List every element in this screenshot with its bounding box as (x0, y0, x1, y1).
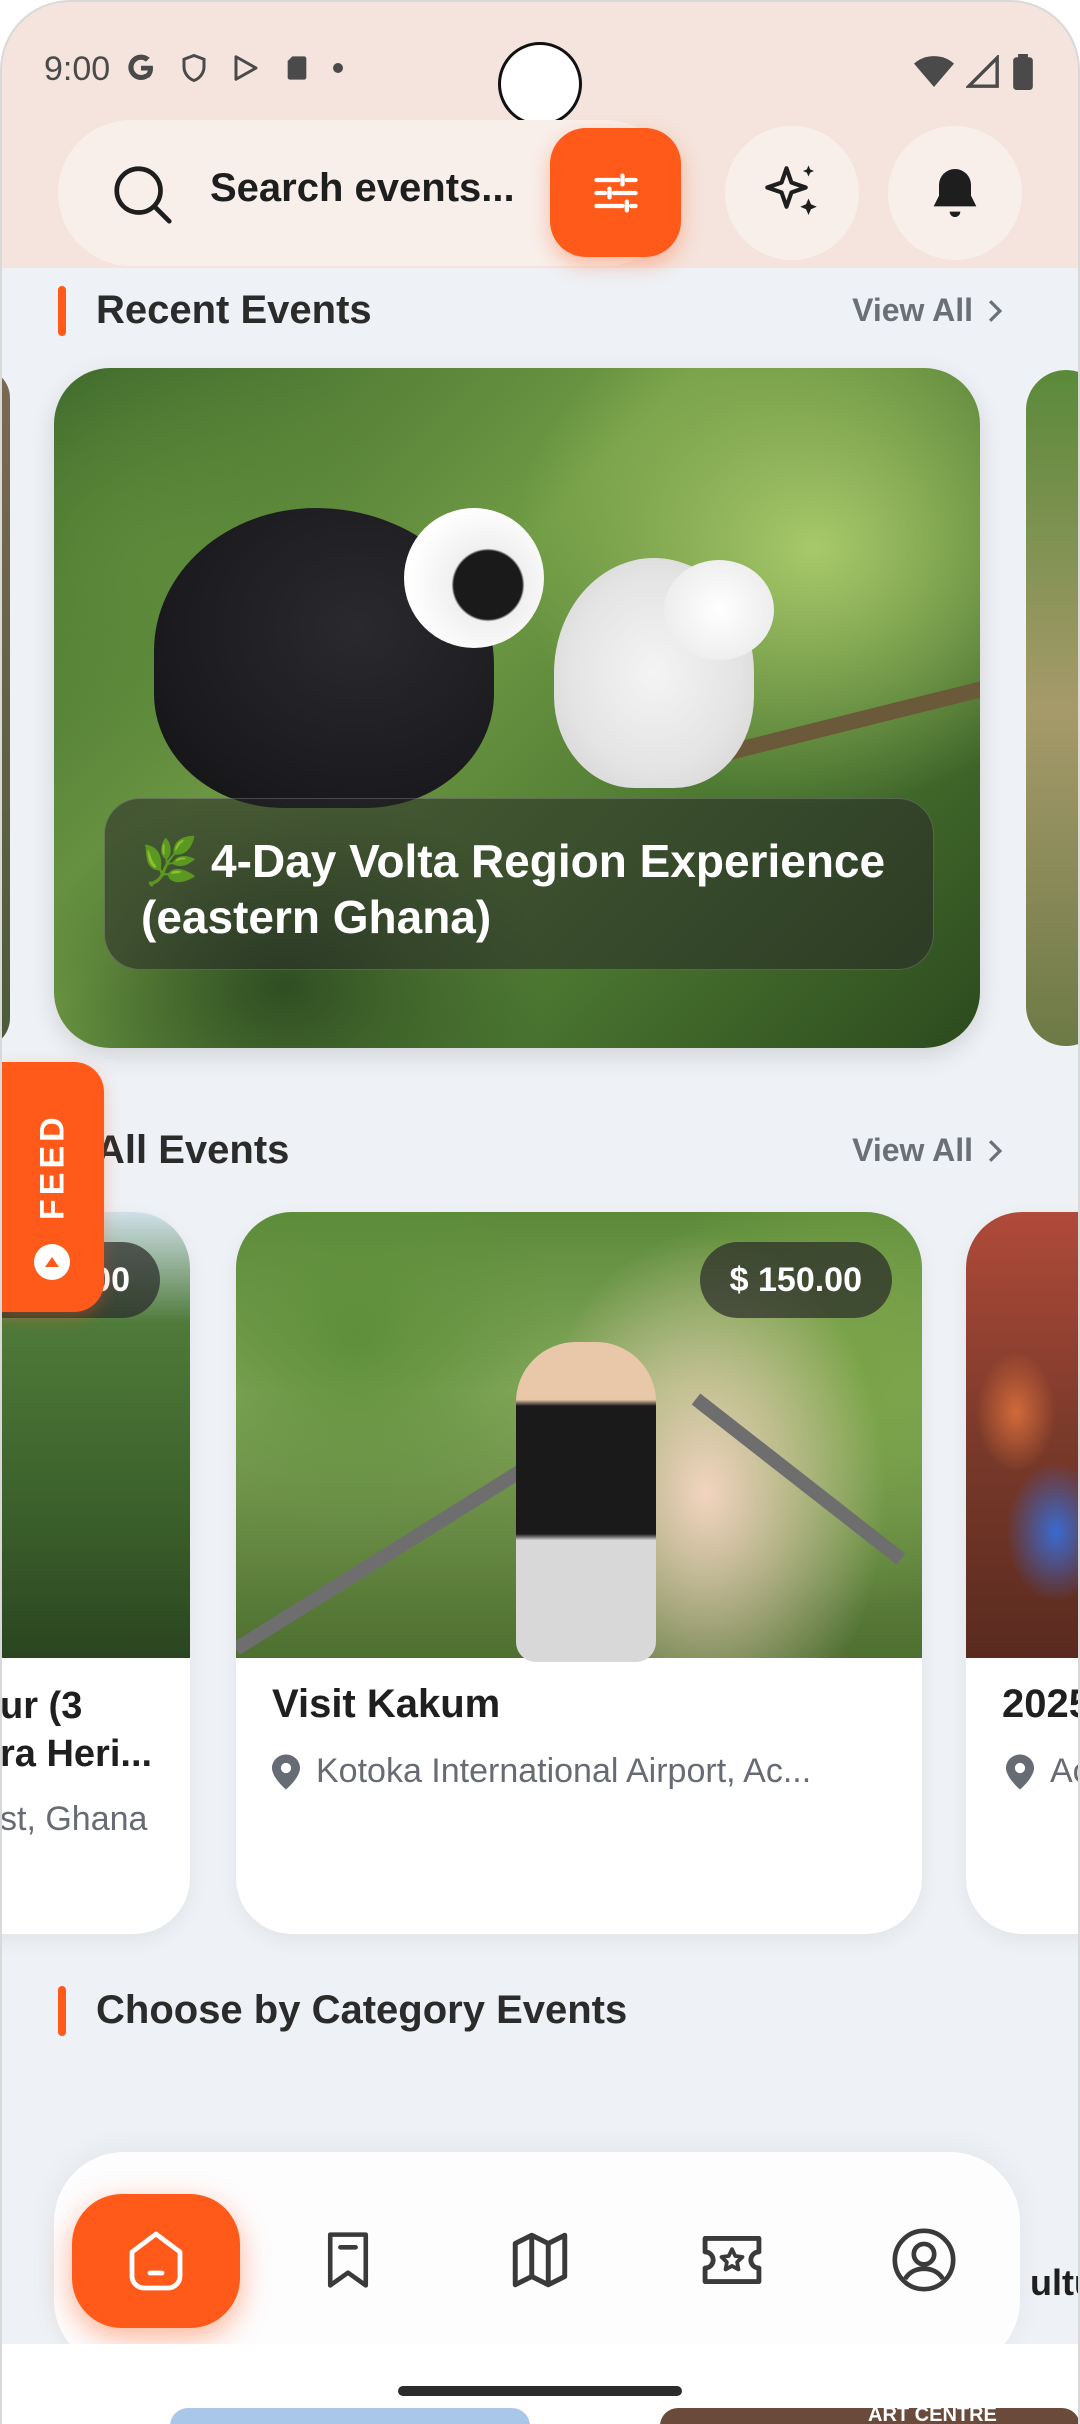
map-icon (512, 2232, 568, 2288)
chevron-up-icon (34, 1244, 70, 1280)
all-events-view-all[interactable]: View All (852, 1132, 1005, 1169)
chevron-right-icon (988, 299, 1003, 322)
nav-map[interactable] (500, 2220, 580, 2300)
category-thumbnail[interactable] (170, 2408, 530, 2424)
google-g-icon (128, 54, 153, 80)
section-title: Choose by Category Events (96, 1988, 628, 2032)
bell-icon (933, 169, 977, 217)
recent-event-card-prev[interactable] (0, 368, 10, 1048)
recent-event-card[interactable]: 🌿 4-Day Volta Region Experience (eastern… (54, 368, 980, 1048)
event-location: Ac (1006, 1752, 1080, 1791)
sliders-icon (593, 173, 638, 212)
event-location: Kotoka International Airport, Ac... (272, 1752, 811, 1791)
home-icon (129, 2231, 183, 2291)
event-location: st, Ghana (0, 1800, 148, 1838)
event-image-monkey-face (404, 508, 544, 648)
view-all-label: View All (852, 292, 973, 328)
event-location-text: Kotoka International Airport, Ac... (316, 1752, 812, 1790)
home-indicator[interactable] (398, 2386, 682, 2396)
bridge-rope (236, 1441, 562, 1655)
event-title: Visit Kakum (272, 1682, 501, 1726)
camera-cutout (498, 42, 582, 126)
section-accent-bar (58, 286, 66, 336)
category-thumbnail-label: ART CENTRE (868, 2404, 997, 2424)
play-store-icon (234, 55, 258, 81)
status-icons-left (125, 52, 343, 84)
recent-events-view-all[interactable]: View All (852, 292, 1005, 329)
search-icon (114, 166, 172, 224)
categories-header: Choose by Category Events (0, 1980, 1080, 2040)
status-time: 9:00 (44, 50, 111, 88)
sd-card-icon (287, 56, 307, 80)
hiker-figure (516, 1342, 656, 1662)
header-area: 9:00 Search events... (0, 0, 1080, 268)
event-image-baby-monkey-head (664, 560, 774, 660)
status-icons-right (914, 54, 1034, 90)
search-input[interactable]: Search events... (210, 166, 515, 211)
event-title-line: ra Heri... (0, 1733, 153, 1775)
nav-home[interactable] (72, 2194, 240, 2328)
price-badge: $ 150.00 (699, 1242, 892, 1318)
event-image (966, 1212, 1080, 1658)
ai-assistant-button[interactable] (725, 126, 859, 260)
all-events-header: All Events View All (0, 1120, 1080, 1180)
dot-icon (333, 63, 343, 73)
wifi-icon (914, 56, 954, 87)
event-title: 2025 (1002, 1682, 1080, 1726)
bottom-navigation (54, 2152, 1020, 2370)
event-card[interactable]: $ 150.00 Visit Kakum Kotoka Internationa… (236, 1212, 922, 1934)
recent-events-header: Recent Events View All (0, 280, 1080, 340)
recent-event-title: 🌿 4-Day Volta Region Experience (eastern… (141, 835, 886, 943)
notifications-button[interactable] (888, 126, 1022, 260)
bookmark-icon (327, 2232, 369, 2288)
feed-label: FEED (33, 1113, 72, 1221)
event-title-line: ur (3 (0, 1685, 83, 1727)
event-card[interactable]: 2025 Ac (966, 1212, 1080, 1934)
profile-icon (892, 2228, 956, 2292)
section-title: Recent Events (96, 288, 372, 332)
bridge-rope (691, 1393, 906, 1565)
app-screen: 9:00 Search events... Recent Events View… (0, 0, 1080, 2424)
recent-event-card-next[interactable] (1026, 370, 1080, 1046)
event-card[interactable]: $ 620.00 ur (3 ra Heri... st, Ghana (0, 1212, 190, 1934)
location-pin-icon (272, 1754, 300, 1789)
sparkles-icon (765, 165, 817, 215)
category-label-peek: ultu (1030, 2262, 1080, 2303)
event-location-text: Ac (1050, 1752, 1080, 1790)
recent-event-caption: 🌿 4-Day Volta Region Experience (eastern… (104, 798, 934, 970)
section-title: All Events (96, 1128, 290, 1172)
nav-tickets[interactable] (692, 2220, 772, 2300)
chevron-right-icon (988, 1139, 1003, 1162)
ticket-icon (702, 2236, 762, 2284)
shield-icon (182, 53, 206, 83)
battery-icon (1013, 54, 1033, 90)
view-all-label: View All (852, 1132, 973, 1168)
location-pin-icon (1006, 1754, 1034, 1789)
feed-tab[interactable]: FEED (0, 1062, 104, 1312)
nav-profile[interactable] (884, 2220, 964, 2300)
section-accent-bar (58, 1986, 66, 2036)
filter-button[interactable] (550, 128, 681, 257)
nav-saved[interactable] (308, 2220, 388, 2300)
event-title: ur (3 ra Heri... (0, 1682, 152, 1778)
signal-icon (966, 55, 999, 88)
